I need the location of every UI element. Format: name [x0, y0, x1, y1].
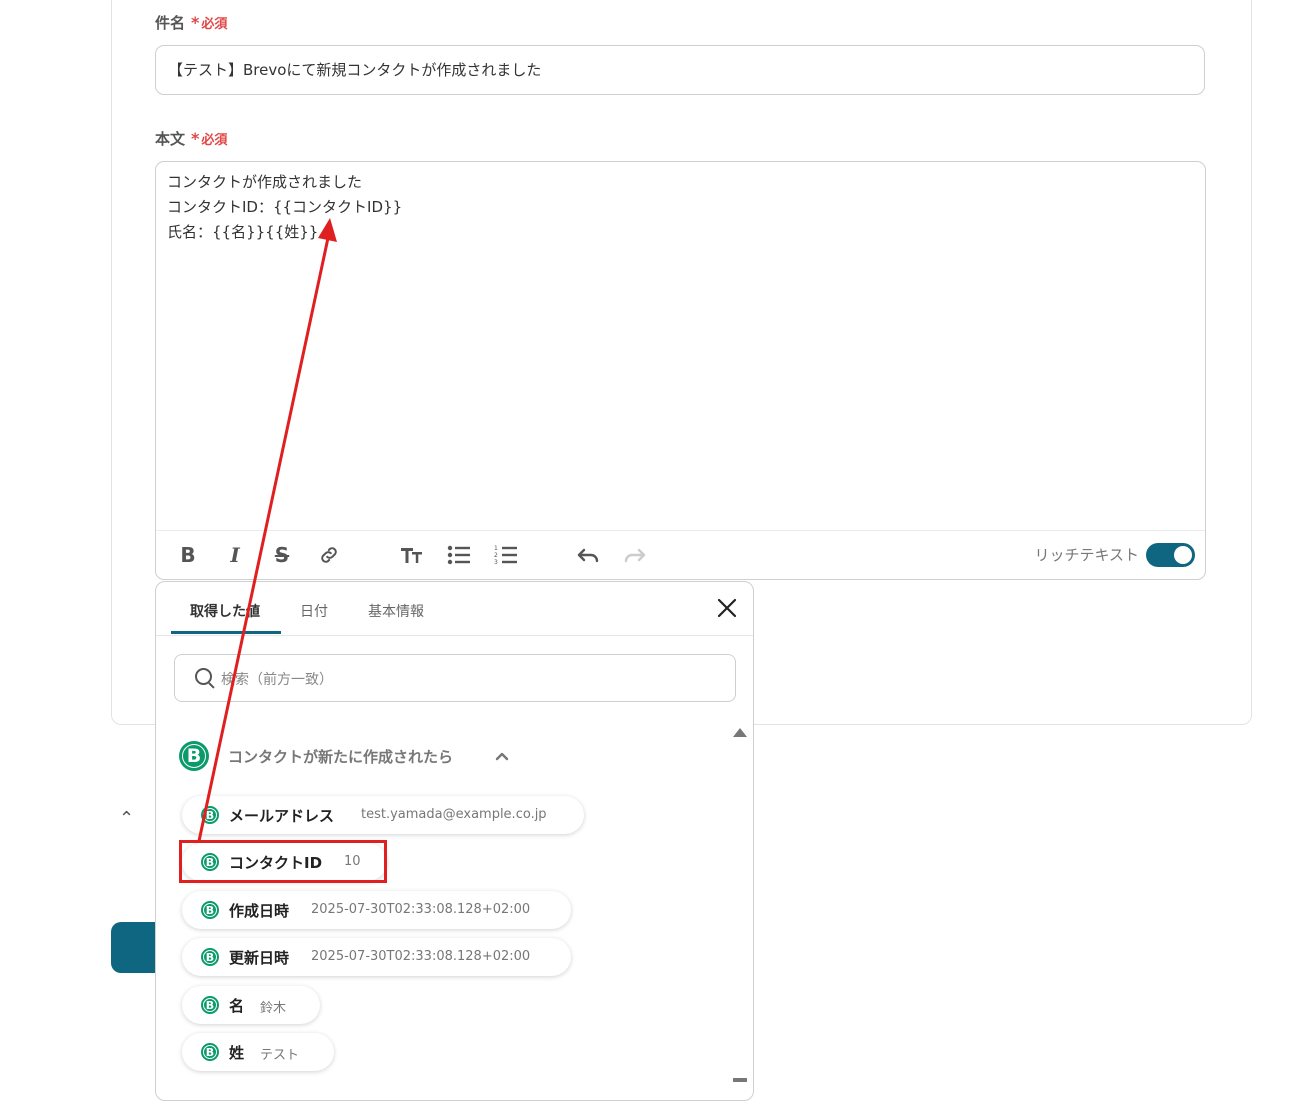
scroll-down-icon[interactable]	[733, 1078, 747, 1082]
tab-date[interactable]: 日付	[300, 601, 328, 621]
brevo-logo-icon: B	[201, 948, 219, 966]
subject-input[interactable]: 【テスト】Brevoにて新規コンタクトが作成されました	[155, 45, 1205, 95]
chevron-up-icon[interactable]: ⌃	[119, 808, 134, 829]
search-icon	[195, 668, 212, 685]
search-input[interactable]: 検索（前方一致）	[174, 654, 736, 702]
required-badge: * 必須	[191, 129, 228, 148]
body-editor[interactable]: コンタクトが作成されました コンタクトID：{{コンタクトID}} 氏名：{{名…	[155, 161, 1206, 580]
link-icon[interactable]	[315, 541, 343, 569]
svg-text:2: 2	[494, 552, 498, 559]
chip-value: 鈴木	[260, 1001, 287, 1016]
italic-icon[interactable]: I	[221, 541, 249, 569]
scroll-up-icon[interactable]	[733, 728, 747, 737]
bullet-list-icon[interactable]	[445, 541, 473, 569]
body-line: 氏名：{{名}}{{姓}}	[167, 223, 319, 241]
subject-label: 件名 * 必須	[155, 13, 228, 32]
highlight-box	[179, 840, 387, 883]
variable-chip-email[interactable]: B メールアドレス test.yamada@example.co.jp	[182, 796, 584, 834]
variable-chip-created-at[interactable]: B 作成日時 2025-07-30T02:33:08.128+02:00	[182, 891, 571, 929]
chevron-up-icon[interactable]	[495, 747, 509, 765]
variable-chip-updated-at[interactable]: B 更新日時 2025-07-30T02:33:08.128+02:00	[182, 938, 571, 976]
close-icon[interactable]	[716, 598, 738, 620]
editor-toolbar: B I S 123 リッチテキスト	[156, 530, 1205, 579]
popup-tabs: 取得した値 日付 基本情報	[156, 582, 753, 636]
variable-chip-last-name[interactable]: B 姓 テスト	[182, 1033, 334, 1071]
body-label: 本文 * 必須	[155, 129, 228, 148]
chip-value: test.yamada@example.co.jp	[361, 807, 547, 822]
chip-value: 2025-07-30T02:33:08.128+02:00	[311, 949, 531, 964]
group-title: コンタクトが新たに作成されたら	[228, 748, 454, 766]
active-tab-indicator	[171, 631, 281, 634]
variable-chip-first-name[interactable]: B 名 鈴木	[182, 986, 320, 1024]
required-star-icon: *	[191, 129, 200, 148]
redo-icon[interactable]	[621, 541, 649, 569]
bold-icon[interactable]: B	[174, 541, 202, 569]
chip-name: 作成日時	[229, 902, 290, 920]
required-badge: * 必須	[191, 13, 228, 32]
required-star-icon: *	[191, 13, 200, 32]
rich-text-label: リッチテキスト	[1034, 546, 1139, 564]
brevo-logo-icon: B	[179, 741, 209, 771]
strikethrough-icon[interactable]: S	[268, 541, 296, 569]
tab-acquired-values[interactable]: 取得した値	[190, 601, 260, 621]
brevo-logo-icon: B	[201, 996, 219, 1014]
body-line: コンタクトID：{{コンタクトID}}	[167, 198, 403, 216]
chip-value: テスト	[260, 1048, 300, 1063]
rich-text-toggle[interactable]	[1146, 543, 1195, 567]
body-line: コンタクトが作成されました	[167, 173, 363, 191]
font-size-icon[interactable]	[398, 541, 426, 569]
chip-name: メールアドレス	[229, 807, 335, 825]
svg-text:1: 1	[494, 545, 498, 552]
chip-name: 姓	[229, 1044, 245, 1062]
svg-text:3: 3	[494, 559, 498, 566]
body-text[interactable]: コンタクトが作成されました コンタクトID：{{コンタクトID}} 氏名：{{名…	[167, 170, 402, 245]
chip-value: 2025-07-30T02:33:08.128+02:00	[311, 902, 531, 917]
tab-basic-info[interactable]: 基本情報	[368, 601, 424, 621]
undo-icon[interactable]	[574, 541, 602, 569]
search-placeholder: 検索（前方一致）	[221, 672, 333, 688]
chip-name: 名	[229, 997, 245, 1015]
numbered-list-icon[interactable]: 123	[492, 541, 520, 569]
brevo-logo-icon: B	[201, 1043, 219, 1061]
brevo-logo-icon: B	[201, 806, 219, 824]
brevo-logo-icon: B	[201, 901, 219, 919]
chip-name: 更新日時	[229, 949, 290, 967]
